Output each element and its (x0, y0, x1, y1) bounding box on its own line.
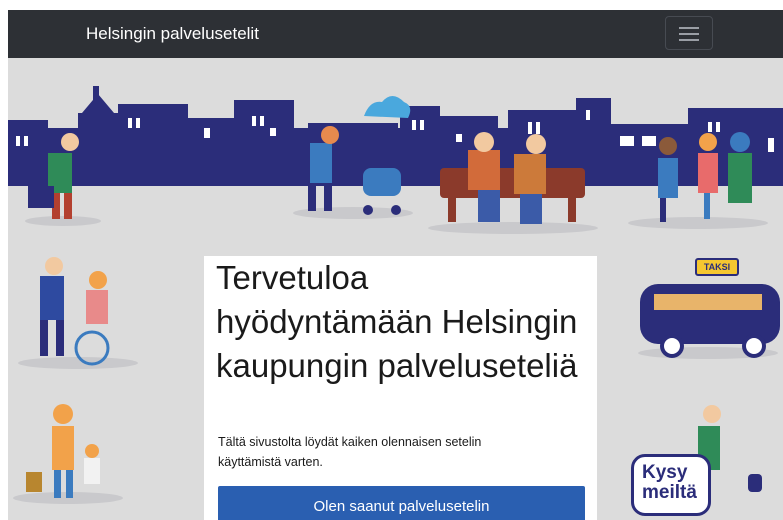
hamburger-menu-icon (679, 27, 699, 29)
welcome-card: Tervetuloa hyödyntämään Helsingin kaupun… (204, 256, 597, 520)
taxi-sign: TAKSI (695, 258, 739, 276)
page-title: Tervetuloa hyödyntämään Helsingin kaupun… (216, 259, 578, 384)
page-description: Tältä sivustolta löydät kaiken olennaise… (218, 435, 482, 469)
help-bubble-line2: meiltä (642, 482, 697, 503)
help-chat-bubble[interactable]: Kysy meiltä (631, 454, 711, 516)
hero-section: TAKSI Kysy meiltä Tervetuloa hyödyntämää… (8, 58, 783, 520)
navbar: Helsingin palvelusetelit (8, 10, 783, 58)
help-bubble-line1: Kysy (642, 462, 688, 483)
site-brand[interactable]: Helsingin palvelusetelit (86, 10, 259, 58)
navbar-toggle-button[interactable] (665, 16, 713, 50)
taxi-illustration (640, 284, 780, 358)
received-voucher-button[interactable]: Olen saanut palvelusetelin (218, 486, 585, 520)
